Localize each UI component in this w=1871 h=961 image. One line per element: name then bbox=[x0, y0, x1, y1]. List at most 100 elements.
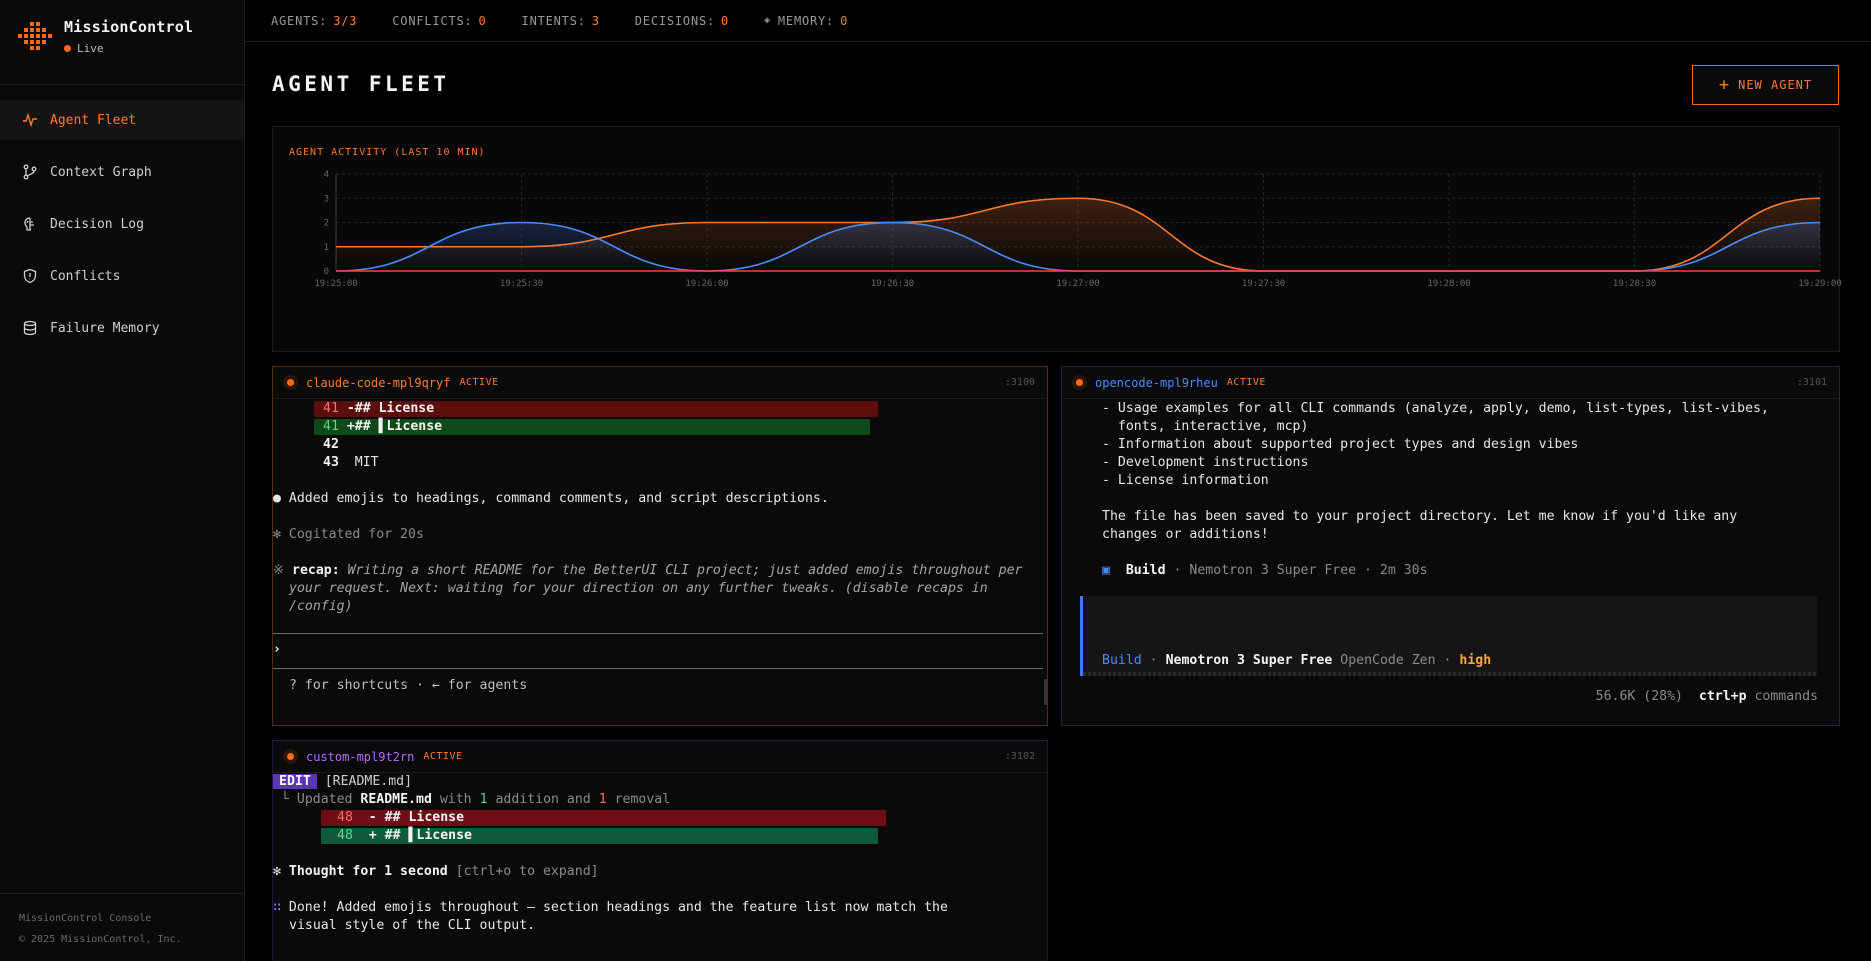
x-tick-label: 19:28:30 bbox=[1613, 279, 1656, 289]
live-status: Live bbox=[64, 42, 193, 55]
agent-panel-header: claude-code-mpl9qryf ACTIVE :3100 bbox=[273, 367, 1047, 399]
build-summary-line: ▣ Build · Nemotron 3 Super Free · 2m 30s bbox=[1102, 562, 1428, 580]
stat-value: 3 bbox=[591, 13, 600, 28]
asterisk-icon: ✻ bbox=[273, 527, 281, 542]
diff-line: 43 MIT bbox=[323, 454, 379, 472]
prompt-chevron-icon[interactable]: › bbox=[273, 641, 281, 659]
thought-line: ✻ Thought for 1 second [ctrl+o to expand… bbox=[273, 863, 599, 881]
sidebar-item-conflicts[interactable]: Conflicts bbox=[0, 256, 244, 296]
sidebar-item-label: Failure Memory bbox=[50, 320, 160, 336]
stat-label: CONFLICTS: bbox=[392, 13, 473, 28]
sidebar-item-label: Context Graph bbox=[50, 164, 152, 180]
live-status-label: Live bbox=[77, 42, 104, 55]
footer-console-name: MissionControl Console bbox=[19, 913, 152, 924]
diff-line: 41 +## ▌License bbox=[323, 418, 442, 436]
agent-panel-claude-code[interactable]: claude-code-mpl9qryf ACTIVE :3100 41 -##… bbox=[272, 366, 1048, 726]
mode-line: Build · Nemotron 3 Super Free OpenCode Z… bbox=[1102, 652, 1491, 670]
plus-icon: + bbox=[1718, 75, 1731, 95]
stat-label: MEMORY: bbox=[777, 13, 835, 28]
saved-line: changes or additions! bbox=[1102, 527, 1269, 542]
done-text: visual style of the CLI output. bbox=[289, 918, 536, 933]
footer-copyright: © 2025 MissionControl, Inc. bbox=[19, 934, 182, 945]
x-tick-label: 19:26:00 bbox=[685, 279, 728, 289]
edit-line: EDIT [README.md] bbox=[273, 773, 412, 791]
x-tick-label: 19:25:00 bbox=[314, 279, 357, 289]
sidebar-item-agent-fleet[interactable]: Agent Fleet bbox=[0, 100, 244, 140]
agent-name: claude-code-mpl9qryf bbox=[306, 375, 451, 390]
agent-terminal[interactable]: - Usage examples for all CLI commands (a… bbox=[1062, 399, 1839, 725]
diff-line: 42 bbox=[323, 436, 339, 454]
y-tick-label: 3 bbox=[324, 194, 329, 204]
stat-agents: AGENTS: 3/3 bbox=[271, 14, 357, 28]
recap-label: recap: bbox=[292, 563, 340, 578]
mode-separator: · bbox=[1149, 653, 1158, 668]
updated-prefix: └ Updated bbox=[281, 792, 353, 807]
agent-panel-opencode[interactable]: opencode-mpl9rheu ACTIVE :3101 - Usage e… bbox=[1061, 366, 1840, 726]
stat-value: 0 bbox=[721, 13, 730, 28]
agent-port: :3102 bbox=[1004, 751, 1035, 762]
new-agent-button[interactable]: + NEW AGENT bbox=[1692, 65, 1839, 105]
build-square-icon: ▣ bbox=[1102, 563, 1110, 578]
stat-intents: INTENTS: 3 bbox=[522, 14, 600, 28]
stats-bar: AGENTS: 3/3 CONFLICTS: 0 INTENTS: 3 DECISIO… bbox=[245, 0, 1871, 42]
sidebar-item-label: Conflicts bbox=[50, 268, 121, 284]
x-tick-label: 19:29:00 bbox=[1798, 279, 1841, 289]
dots-icon: ∷ bbox=[273, 900, 281, 915]
expand-hint[interactable]: [ctrl+o to expand] bbox=[456, 864, 599, 879]
removal-count: 1 bbox=[598, 792, 607, 807]
diff-line-number: 42 bbox=[323, 437, 339, 452]
recap-text: your request. Next: waiting for your dir… bbox=[289, 581, 988, 596]
commands-shortcut[interactable]: ctrl+p bbox=[1699, 689, 1747, 704]
agent-terminal[interactable]: 41 -## License 41 +## ▌License 42 43 MIT… bbox=[273, 399, 1047, 725]
thought-text: Thought for 1 second bbox=[288, 864, 448, 879]
x-tick-label: 19:27:30 bbox=[1242, 279, 1285, 289]
diff-line-number: 41 bbox=[323, 401, 339, 416]
stat-decisions: DECISIONS: 0 bbox=[635, 14, 729, 28]
mode-agent[interactable]: Build bbox=[1102, 653, 1142, 668]
live-dot-icon bbox=[64, 45, 71, 52]
agent-port: :3100 bbox=[1004, 377, 1035, 388]
diff-line-number: 43 bbox=[323, 455, 339, 470]
recap-line: ※ recap: Writing a short README for the … bbox=[273, 562, 1022, 580]
stat-label: INTENTS: bbox=[521, 13, 586, 28]
agent-panel-custom[interactable]: custom-mpl9t2rn ACTIVE :3102 EDIT [READM… bbox=[272, 740, 1048, 961]
brand-name: MissionControl bbox=[64, 18, 194, 36]
diff-line-text: - ## License bbox=[368, 810, 465, 825]
cogitated-text: Cogitated for 20s bbox=[288, 527, 424, 542]
done-text: Done! Added emojis throughout — section … bbox=[288, 900, 948, 915]
agent-status-dot-icon bbox=[1072, 375, 1087, 390]
sidebar-item-decision-log[interactable]: Decision Log bbox=[0, 204, 244, 244]
database-icon bbox=[22, 320, 38, 336]
addition-count: 1 bbox=[479, 792, 488, 807]
diff-line-text: MIT bbox=[354, 455, 379, 470]
sidebar-item-label: Agent Fleet bbox=[50, 112, 137, 128]
x-tick-label: 19:28:00 bbox=[1427, 279, 1470, 289]
terminal-scrollbar[interactable] bbox=[1044, 679, 1047, 705]
mode-effort[interactable]: high bbox=[1459, 653, 1491, 668]
agent-terminal[interactable]: EDIT [README.md] └ Updated README.md wit… bbox=[273, 773, 1047, 961]
x-tick-label: 19:26:30 bbox=[871, 279, 914, 289]
build-meta: · Nemotron 3 Super Free · 2m 30s bbox=[1173, 563, 1428, 578]
input-bottom-rule bbox=[1083, 672, 1817, 676]
agent-panel-header: opencode-mpl9rheu ACTIVE :3101 bbox=[1062, 367, 1839, 399]
updated-suffix: removal bbox=[614, 792, 671, 807]
saved-line: The file has been saved to your project … bbox=[1102, 509, 1738, 524]
usage-line: fonts, interactive, mcp) bbox=[1102, 419, 1309, 434]
message-text: Added emojis to headings, command commen… bbox=[288, 491, 829, 506]
agent-status-dot-icon bbox=[283, 375, 298, 390]
recap-icon: ※ bbox=[273, 563, 285, 578]
y-tick-label: 4 bbox=[324, 170, 329, 180]
mode-model[interactable]: Nemotron 3 Super Free bbox=[1166, 653, 1333, 668]
x-tick-label: 19:25:30 bbox=[500, 279, 543, 289]
sidebar: MissionControl Live Agent Fleet Context … bbox=[0, 0, 245, 961]
mode-separator: · bbox=[1443, 653, 1452, 668]
token-usage: 56.6K (28%) bbox=[1595, 689, 1683, 704]
recap-text: /config) bbox=[289, 599, 353, 614]
done-line: ∷ Done! Added emojis throughout — sectio… bbox=[273, 899, 948, 917]
sidebar-item-context-graph[interactable]: Context Graph bbox=[0, 152, 244, 192]
sidebar-item-failure-memory[interactable]: Failure Memory bbox=[0, 308, 244, 348]
diff-line: 48 - ## License bbox=[337, 809, 464, 827]
edit-tag: EDIT bbox=[273, 774, 317, 789]
agent-activity-chart: AGENT ACTIVITY (LAST 10 MIN) 0 1 2 3 4 19:25:… bbox=[272, 126, 1841, 352]
usage-line: - Information about supported project ty… bbox=[1102, 437, 1579, 452]
